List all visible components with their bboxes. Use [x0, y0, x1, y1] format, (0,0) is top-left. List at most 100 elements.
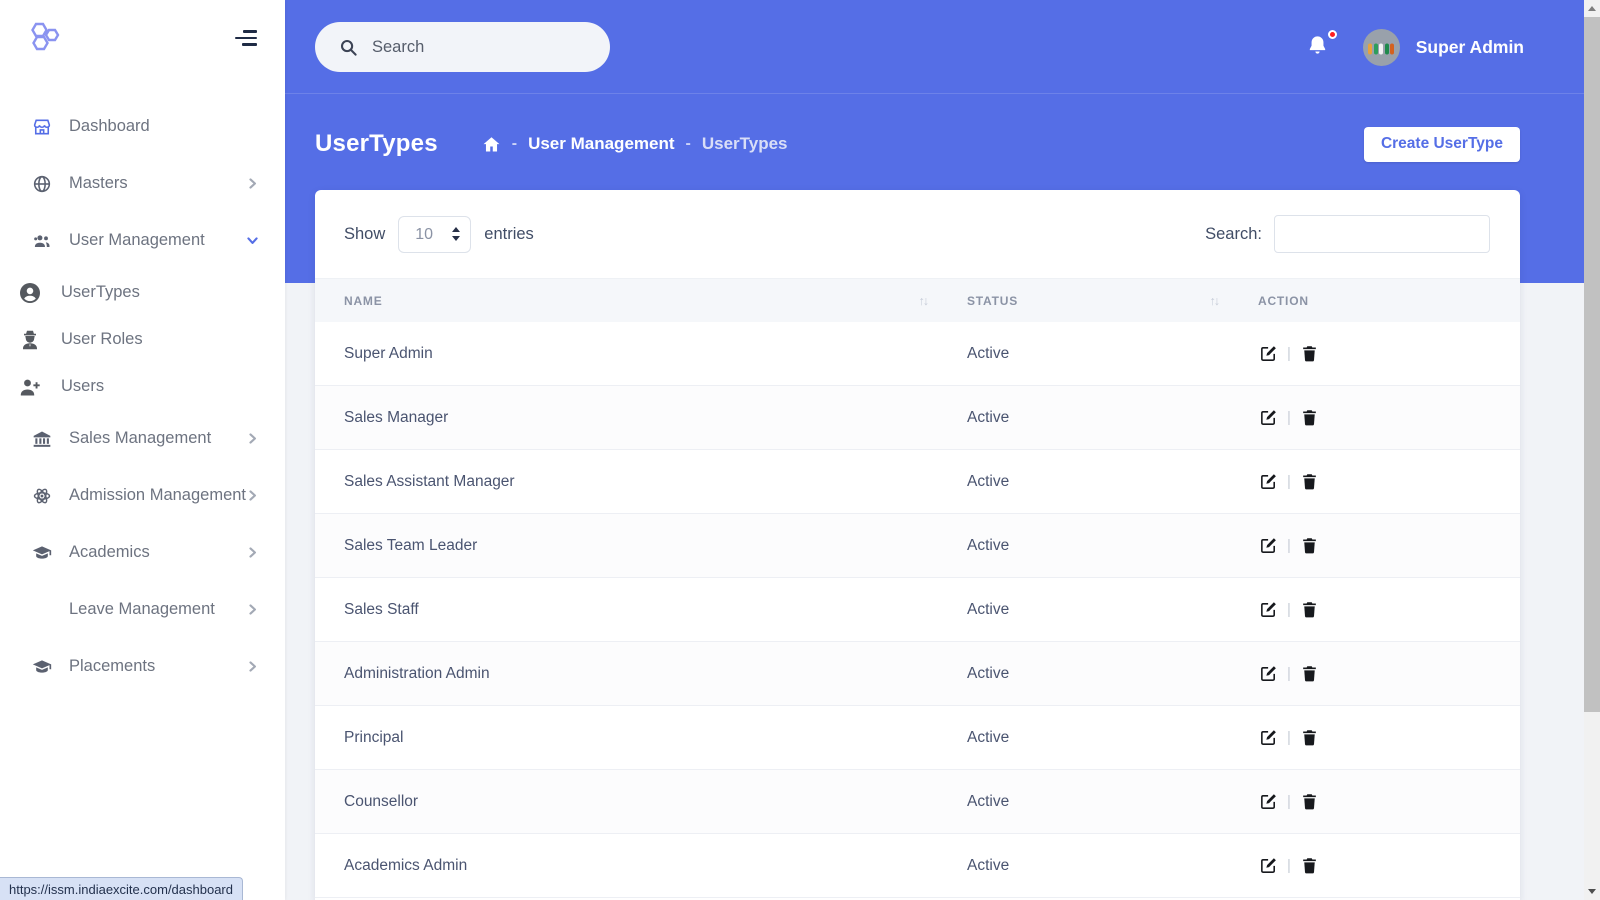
row-actions: | — [1258, 343, 1520, 364]
usertypes-card: Show 10 entries Search: NAME ↑↓ STATUS ↑… — [315, 190, 1520, 900]
page-title: UserTypes — [315, 130, 438, 158]
edit-icon[interactable] — [1258, 855, 1279, 876]
usertype-name: Academics Admin — [315, 857, 967, 875]
chevron-right-icon — [246, 660, 259, 673]
table-row: Administration Admin Active | — [315, 642, 1520, 706]
column-header-status[interactable]: STATUS ↑↓ — [967, 279, 1258, 322]
sidebar-item-label: Masters — [69, 174, 128, 193]
sidebar-item-sales-management[interactable]: Sales Management — [0, 410, 285, 467]
row-actions: | — [1258, 407, 1520, 428]
sidebar-logo-row — [0, 0, 285, 76]
table-row: Sales Assistant Manager Active | — [315, 450, 1520, 514]
delete-icon[interactable] — [1299, 471, 1320, 492]
atom-icon — [32, 486, 52, 506]
delete-icon[interactable] — [1299, 727, 1320, 748]
usertype-name: Sales Assistant Manager — [315, 473, 967, 491]
sidebar-item-label: Sales Management — [69, 429, 211, 448]
edit-icon[interactable] — [1258, 791, 1279, 812]
sidebar-item-masters[interactable]: Masters — [0, 155, 285, 212]
chevron-down-icon — [246, 234, 259, 247]
table-row: Super Admin Active | — [315, 322, 1520, 386]
sidebar-item-label: Academics — [69, 543, 150, 562]
chevron-right-icon — [246, 546, 259, 559]
breadcrumb-separator: - — [686, 135, 691, 153]
chevron-right-icon — [246, 603, 259, 616]
graduation-cap-icon — [32, 657, 52, 677]
user-plus-icon — [18, 375, 42, 399]
sidebar-item-academics[interactable]: Academics — [0, 524, 285, 581]
global-search-input[interactable] — [372, 38, 572, 57]
sidebar-item-label: Leave Management — [69, 600, 215, 619]
delete-icon[interactable] — [1299, 535, 1320, 556]
entries-label: entries — [484, 225, 534, 244]
usertype-name: Administration Admin — [315, 665, 967, 683]
action-separator: | — [1287, 793, 1291, 810]
delete-icon[interactable] — [1299, 599, 1320, 620]
brand-logo-icon[interactable] — [28, 21, 68, 55]
delete-icon[interactable] — [1299, 407, 1320, 428]
table-row: Academics Admin Active | — [315, 834, 1520, 898]
link-preview-statusbar: https://issm.indiaexcite.com/dashboard — [0, 877, 243, 900]
usertype-name: Sales Staff — [315, 601, 967, 619]
usertype-status: Active — [967, 665, 1258, 683]
edit-icon[interactable] — [1258, 727, 1279, 748]
row-actions: | — [1258, 855, 1520, 876]
action-separator: | — [1287, 665, 1291, 682]
edit-icon[interactable] — [1258, 407, 1279, 428]
delete-icon[interactable] — [1299, 343, 1320, 364]
row-actions: | — [1258, 535, 1520, 556]
usertype-status: Active — [967, 601, 1258, 619]
sidebar-item-usertypes[interactable]: UserTypes — [0, 269, 285, 316]
sidebar-item-users[interactable]: Users — [0, 363, 285, 410]
usertype-name: Super Admin — [315, 345, 967, 363]
notifications-button[interactable] — [1303, 32, 1333, 62]
table-row: Principal Active | — [315, 706, 1520, 770]
usertype-name: Counsellor — [315, 793, 967, 811]
link-preview-url: https://issm.indiaexcite.com/dashboard — [9, 882, 233, 897]
usertype-status: Active — [967, 345, 1258, 363]
chevron-right-icon — [246, 177, 259, 190]
edit-icon[interactable] — [1258, 343, 1279, 364]
sidebar-item-admission-management[interactable]: Admission Management — [0, 467, 285, 524]
breadcrumb-user-management[interactable]: User Management — [528, 134, 674, 154]
breadcrumb-usertypes: UserTypes — [702, 134, 788, 154]
usertype-name: Sales Team Leader — [315, 537, 967, 555]
sidebar-item-user-management[interactable]: User Management — [0, 212, 285, 269]
sidebar-item-label: User Management — [69, 231, 205, 250]
sidebar-item-label: Admission Management — [69, 486, 246, 505]
scrollbar-down-icon[interactable] — [1584, 883, 1600, 900]
usertype-name: Principal — [315, 729, 967, 747]
table-search-input[interactable] — [1274, 215, 1490, 253]
action-separator: | — [1287, 537, 1291, 554]
page-size-select[interactable]: 10 — [398, 216, 471, 253]
scrollbar-up-icon[interactable] — [1584, 0, 1600, 17]
user-avatar[interactable] — [1363, 29, 1400, 66]
user-menu[interactable]: Super Admin — [1416, 37, 1524, 58]
usertype-status: Active — [967, 473, 1258, 491]
row-actions: | — [1258, 727, 1520, 748]
delete-icon[interactable] — [1299, 791, 1320, 812]
usertype-status: Active — [967, 729, 1258, 747]
home-icon[interactable] — [482, 135, 501, 154]
create-usertype-button[interactable]: Create UserType — [1364, 127, 1520, 162]
delete-icon[interactable] — [1299, 663, 1320, 684]
edit-icon[interactable] — [1258, 535, 1279, 556]
column-header-name[interactable]: NAME ↑↓ — [315, 279, 967, 322]
sidebar-item-user-roles[interactable]: User Roles — [0, 316, 285, 363]
scrollbar-thumb[interactable] — [1584, 17, 1600, 712]
sidebar-item-label: Users — [61, 377, 104, 396]
table-row: Sales Staff Active | — [315, 578, 1520, 642]
edit-icon[interactable] — [1258, 663, 1279, 684]
usertype-status: Active — [967, 793, 1258, 811]
usertypes-table-body: Super Admin Active | Sales Manager Activ… — [315, 322, 1520, 898]
notification-badge — [1328, 30, 1337, 39]
sidebar-item-leave-management[interactable]: Leave Management — [0, 581, 285, 638]
delete-icon[interactable] — [1299, 855, 1320, 876]
topbar: Super Admin — [285, 0, 1584, 94]
sidebar-item-placements[interactable]: Placements — [0, 638, 285, 695]
edit-icon[interactable] — [1258, 599, 1279, 620]
action-separator: | — [1287, 729, 1291, 746]
edit-icon[interactable] — [1258, 471, 1279, 492]
sidebar-toggle-icon[interactable] — [233, 29, 257, 47]
sidebar-item-dashboard[interactable]: Dashboard — [0, 98, 285, 155]
